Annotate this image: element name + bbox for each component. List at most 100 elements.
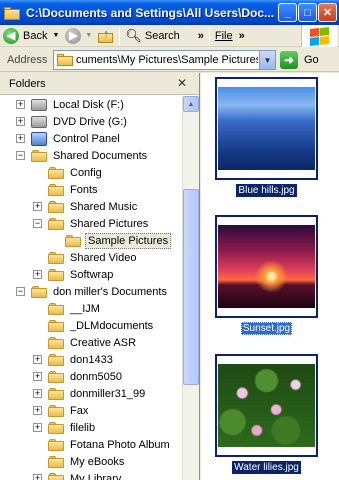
tree-item-label: __IJM (70, 302, 100, 315)
tree-item[interactable]: Fotana Photo Album (48, 436, 172, 453)
tree-item[interactable]: My eBooks (48, 453, 126, 470)
forward-button[interactable]: ▶ ▼ (62, 26, 95, 46)
expand-icon[interactable]: + (33, 270, 42, 279)
toolbar-overflow-chevron[interactable]: » (195, 26, 207, 46)
address-bar: Address cuments\My Pictures\Sample Pictu… (0, 48, 339, 72)
folders-title: Folders (9, 77, 46, 90)
folder-icon (57, 54, 73, 66)
folder-icon (48, 404, 64, 417)
folder-icon (31, 149, 47, 162)
expand-icon[interactable]: + (33, 202, 42, 211)
up-folder-button[interactable]: ↑ (95, 26, 117, 46)
expand-icon[interactable]: + (33, 406, 42, 415)
minimize-button[interactable]: _ (278, 3, 297, 22)
tree-item[interactable]: __IJM (48, 300, 102, 317)
tree-item[interactable]: + Control Panel (16, 130, 122, 147)
tree-item-label: Control Panel (53, 132, 120, 145)
window-title: C:\Documents and Settings\All Users\Doc.… (26, 5, 275, 20)
go-button[interactable]: ➜ Go (280, 50, 319, 70)
toolbar: ◀ Back ▼ ▶ ▼ ↑ 🔍︎ Search » File » (0, 25, 339, 47)
folder-icon (48, 438, 64, 451)
expand-icon[interactable]: + (16, 134, 25, 143)
folder-icon (48, 472, 64, 480)
tree-item[interactable]: Fonts (48, 181, 100, 198)
blue-hills-image (218, 87, 315, 170)
tree-item[interactable]: Creative ASR (48, 334, 138, 351)
tree-item[interactable]: Sample Pictures (65, 232, 172, 249)
tree-item[interactable]: − Shared Pictures (33, 215, 150, 232)
thumbnail-pane: Blue hills.jpg Sunset.jpg Water lilies.j… (201, 73, 339, 480)
collapse-icon[interactable]: − (16, 287, 25, 296)
scroll-thumb[interactable] (183, 189, 199, 385)
expand-icon[interactable]: + (33, 474, 42, 480)
folder-icon (48, 353, 64, 366)
expand-icon[interactable]: + (33, 423, 42, 432)
back-label: Back (23, 29, 48, 42)
thumbnail-item[interactable]: Blue hills.jpg (215, 77, 318, 197)
tree-item-label: My eBooks (70, 455, 125, 468)
tree-item[interactable]: + donmiller31_99 (33, 385, 147, 402)
folder-icon (48, 421, 64, 434)
tree-item[interactable]: + Shared Music (33, 198, 139, 215)
tree-item-label: Shared Documents (53, 149, 148, 162)
folder-icon (4, 6, 20, 20)
title-bar: C:\Documents and Settings\All Users\Doc.… (0, 0, 339, 25)
tree-item[interactable]: Config (48, 164, 104, 181)
thumbnail-item[interactable]: Water lilies.jpg (215, 354, 318, 474)
tree-item-label: Shared Video (70, 251, 137, 264)
go-arrow-icon: ➜ (280, 51, 298, 69)
expand-icon[interactable]: + (16, 117, 25, 126)
tree-item[interactable]: + filelib (33, 419, 97, 436)
back-button[interactable]: ◀ Back ▼ (0, 26, 62, 46)
tree-item[interactable]: Shared Video (48, 249, 138, 266)
folders-scrollbar[interactable]: ▲ (182, 96, 199, 480)
chevron-down-icon[interactable]: ▼ (52, 32, 59, 39)
tree-item[interactable]: + My Library (33, 470, 123, 480)
file-menu[interactable]: File (212, 26, 236, 46)
menu-overflow-chevron[interactable]: » (236, 26, 248, 46)
collapse-icon[interactable]: − (16, 151, 25, 160)
tree-item[interactable]: + Fax (33, 402, 90, 419)
tree-item-label: Config (70, 166, 102, 179)
expand-icon[interactable]: + (33, 355, 42, 364)
forward-arrow-icon: ▶ (65, 27, 82, 44)
close-button[interactable]: ✕ (318, 3, 337, 22)
folders-close-button[interactable]: ✕ (177, 76, 187, 90)
tree-item[interactable]: − Shared Documents (16, 147, 149, 164)
folder-open-icon (65, 234, 81, 247)
search-label: Search (144, 29, 180, 42)
expand-icon[interactable]: + (33, 389, 42, 398)
tree-item-label: don1433 (70, 353, 113, 366)
folder-icon (48, 268, 64, 281)
thumbnail-caption: Sunset.jpg (240, 322, 293, 335)
expand-icon[interactable]: + (16, 100, 25, 109)
thumbnail-item[interactable]: Sunset.jpg (215, 215, 318, 335)
thumbnail-caption: Blue hills.jpg (236, 184, 297, 197)
thumbnail-frame (215, 354, 318, 457)
collapse-icon[interactable]: − (33, 219, 42, 228)
tree-item[interactable]: + Local Disk (F:) (16, 96, 126, 113)
tree-item[interactable]: _DLMdocuments (48, 317, 155, 334)
go-label: Go (304, 54, 319, 66)
expand-icon[interactable]: + (33, 372, 42, 381)
folder-icon (48, 455, 64, 468)
windows-logo-icon (301, 25, 337, 47)
address-dropdown-button[interactable]: ▼ (259, 51, 275, 69)
folder-icon (48, 387, 64, 400)
scroll-up-button[interactable]: ▲ (183, 96, 199, 112)
chevron-down-icon[interactable]: ▼ (85, 32, 92, 39)
toolbar-separator (119, 26, 121, 45)
pictures-folder-icon (48, 217, 64, 230)
tree-item-label: Creative ASR (70, 336, 137, 349)
maximize-button[interactable]: □ (298, 3, 317, 22)
tree-item[interactable]: + don1433 (33, 351, 115, 368)
tree-item[interactable]: + donm5050 (33, 368, 124, 385)
tree-item[interactable]: − don miller's Documents (16, 283, 169, 300)
tree-item[interactable]: + Softwrap (33, 266, 115, 283)
drive-icon (31, 98, 47, 111)
tree-item[interactable]: + DVD Drive (G:) (16, 113, 129, 130)
sunset-image (218, 225, 315, 308)
address-input[interactable]: cuments\My Pictures\Sample Pictures ▼ (53, 50, 276, 70)
tree-item-label: Fax (70, 404, 89, 417)
search-button[interactable]: 🔍︎ Search (122, 26, 182, 46)
